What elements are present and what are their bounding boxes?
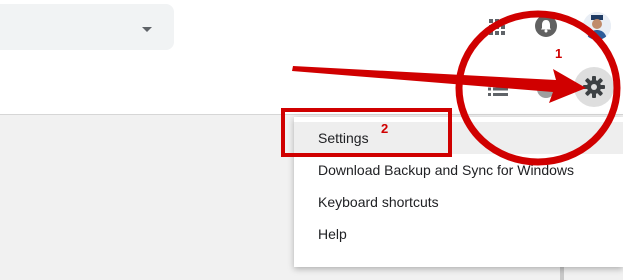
step-number-2: 2 (381, 121, 389, 136)
menu-item-settings[interactable]: Settings (294, 122, 623, 154)
header-area (0, 0, 623, 114)
avatar[interactable] (583, 12, 611, 40)
settings-gear-button[interactable] (574, 67, 614, 107)
search-bar[interactable] (0, 4, 174, 50)
settings-dropdown-menu: Settings Download Backup and Sync for Wi… (294, 117, 623, 267)
info-icon[interactable] (537, 80, 555, 98)
list-view-icon[interactable] (488, 82, 508, 96)
apps-icon[interactable] (488, 18, 506, 36)
chevron-down-icon[interactable] (142, 27, 152, 32)
step-number-1: 1 (555, 46, 563, 61)
bell-icon[interactable] (535, 15, 557, 37)
menu-item-help[interactable]: Help (294, 218, 623, 250)
gear-icon (583, 76, 605, 98)
menu-item-download-backup[interactable]: Download Backup and Sync for Windows (294, 154, 623, 186)
menu-item-keyboard-shortcuts[interactable]: Keyboard shortcuts (294, 186, 623, 218)
scrollbar[interactable] (560, 266, 564, 280)
